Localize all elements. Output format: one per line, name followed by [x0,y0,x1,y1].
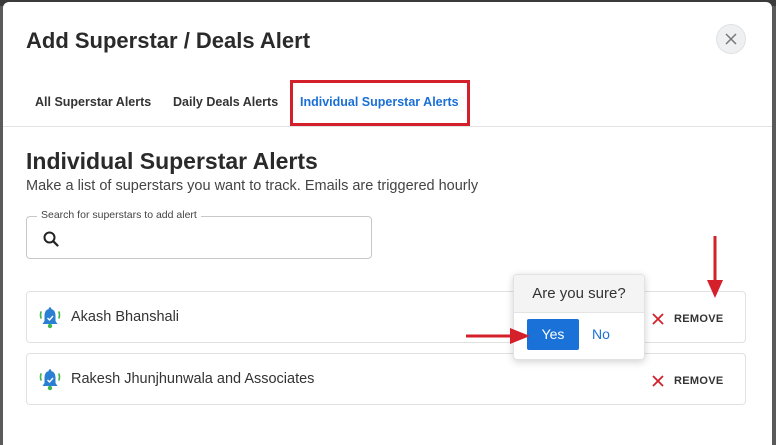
tab-daily-deals-alerts[interactable]: Daily Deals Alerts [173,80,278,126]
alert-name: Akash Bhanshali [71,309,180,325]
close-icon [652,375,664,387]
annotation-arrow-down-icon [707,236,723,298]
remove-label: REMOVE [674,313,724,325]
alert-name: Rakesh Jhunjhunwala and Associates [71,371,315,387]
search-field[interactable]: Search for superstars to add alert [26,209,372,259]
tab-annotation-box [290,80,470,126]
tab-all-superstar-alerts[interactable]: All Superstar Alerts [35,80,151,126]
tab-divider [3,126,772,127]
close-button[interactable] [716,24,746,54]
confirm-no-button[interactable]: No [580,319,622,350]
confirm-yes-button[interactable]: Yes [527,319,579,350]
alert-modal: Add Superstar / Deals Alert All Supersta… [3,2,772,445]
bell-icon [39,307,61,329]
confirm-popover: Are you sure? Yes No [513,274,645,360]
remove-button[interactable]: REMOVE [651,372,723,390]
confirm-title: Are you sure? [514,275,644,313]
alert-row: Rakesh Jhunjhunwala and Associates REMOV… [26,353,746,405]
search-input[interactable] [69,226,359,250]
remove-button[interactable]: REMOVE [651,310,723,328]
remove-label: REMOVE [674,375,724,387]
search-label: Search for superstars to add alert [37,209,201,221]
section-subtitle: Make a list of superstars you want to tr… [26,178,479,194]
close-icon [725,33,737,45]
close-icon [652,313,664,325]
annotation-arrow-right-icon [466,328,530,344]
search-icon [43,231,59,247]
modal-title: Add Superstar / Deals Alert [26,28,311,53]
section-title: Individual Superstar Alerts [26,148,318,174]
bell-icon [39,369,61,391]
